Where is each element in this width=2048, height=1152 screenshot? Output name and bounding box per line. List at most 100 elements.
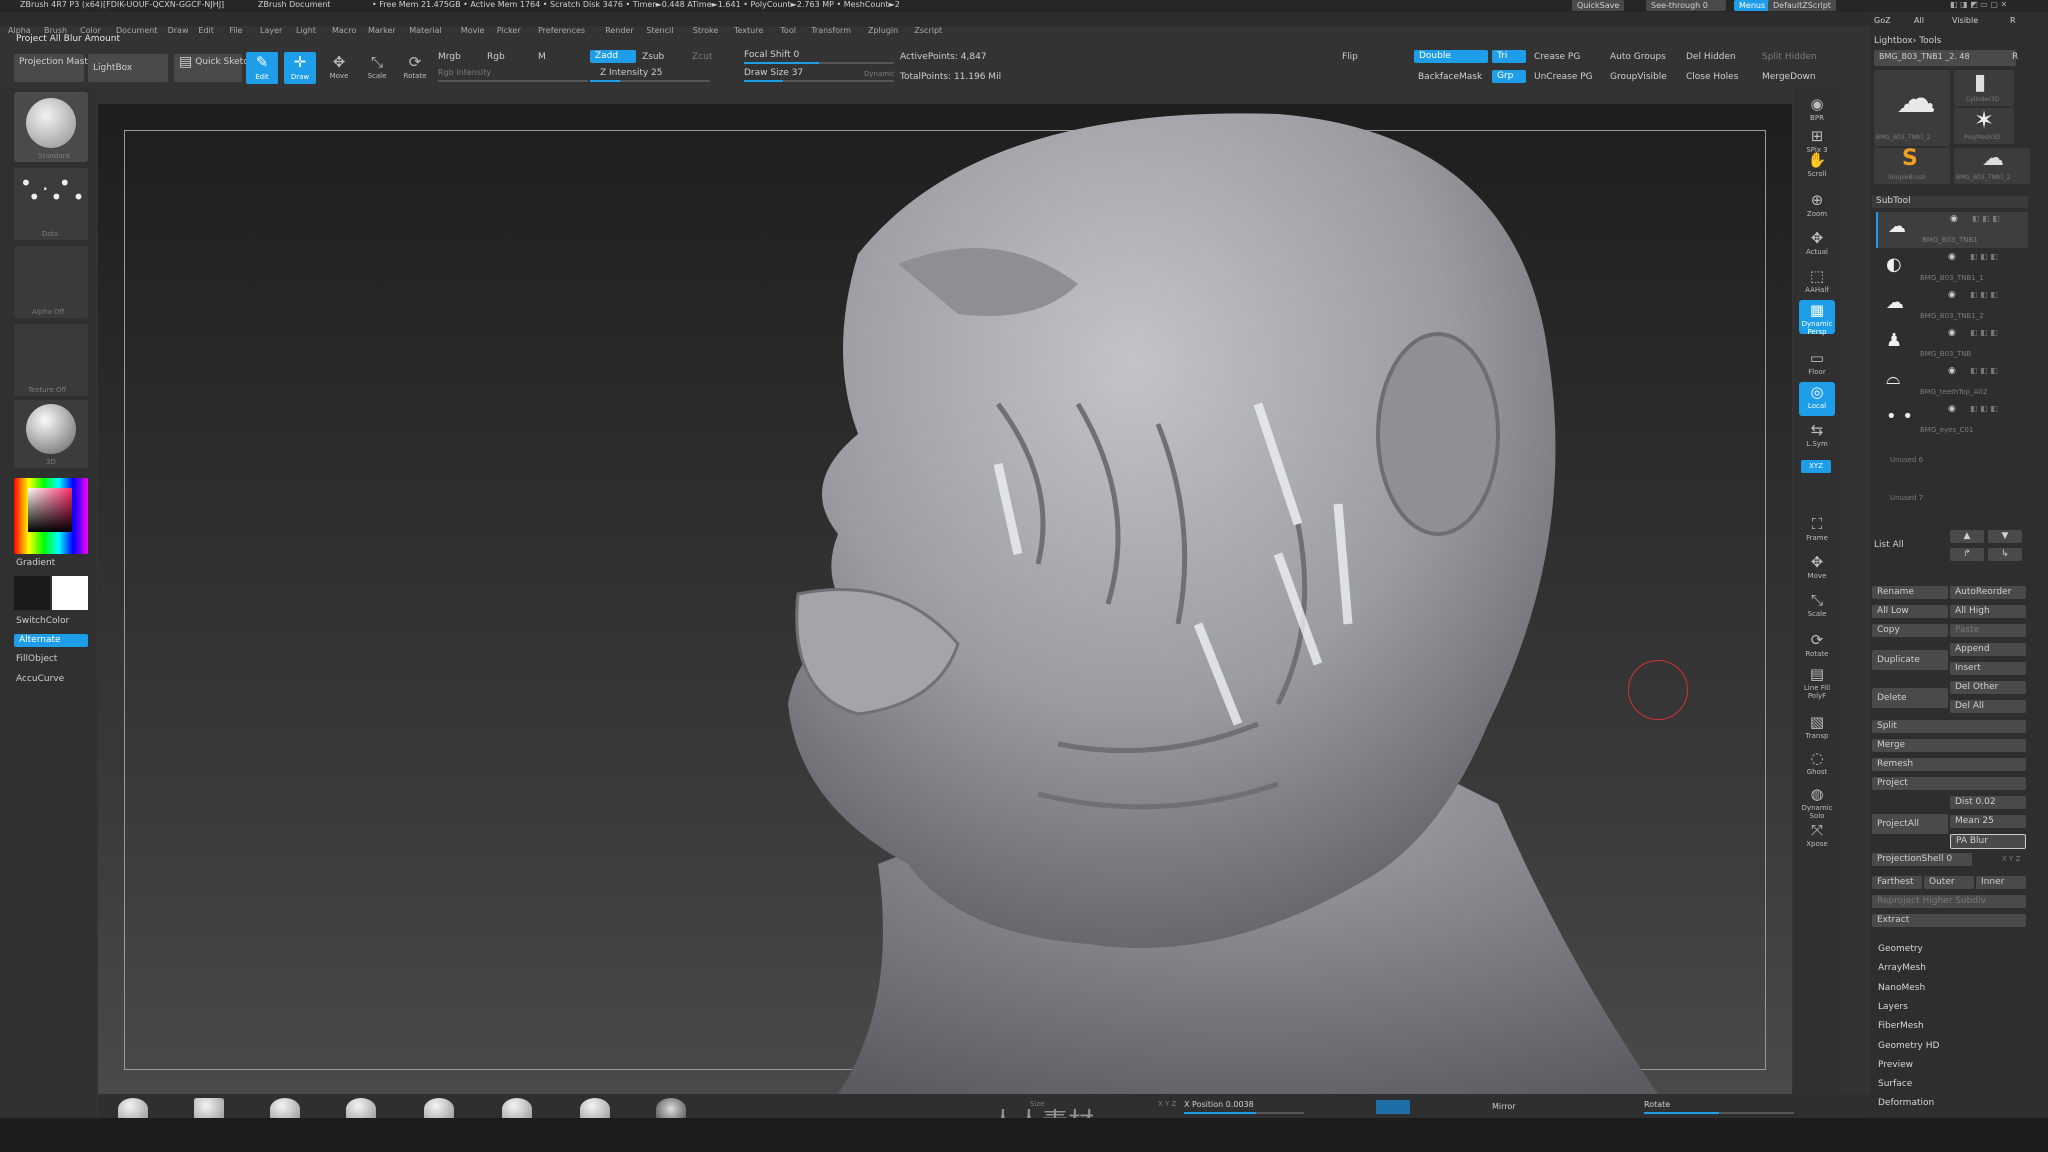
polygroup-icons[interactable]: ◧ ◧ ◧ [1970,328,1998,337]
brush-preset-2-icon[interactable] [194,1098,224,1120]
color-picker-square[interactable] [28,488,72,532]
rgb-intensity-slider[interactable]: Rgb Intensity [438,68,491,77]
rgb-intensity-track[interactable] [438,80,588,82]
view-tool-rotate[interactable]: ⟳ Rotate [1799,630,1835,664]
projection-shell-slider[interactable]: ProjectionShell 0 [1872,853,1972,866]
tri-button[interactable]: Tri [1492,50,1526,63]
m-button[interactable]: M [538,52,546,62]
fillobject-button[interactable]: FillObject [16,654,57,664]
menu-item-draw[interactable]: Draw [168,26,189,35]
focal-shift-slider[interactable]: Focal Shift 0 [744,50,799,60]
menu-item-edit[interactable]: Edit [198,26,214,35]
visibility-eye-icon[interactable]: ◉ [1948,366,1956,376]
menus-toggle[interactable]: Menus [1734,0,1771,11]
copy-button[interactable]: Copy [1872,624,1948,637]
dist-slider[interactable]: Dist 0.02 [1950,796,2026,809]
menu-item-movie[interactable]: Movie [461,26,485,35]
menu-item-layer[interactable]: Layer [260,26,282,35]
rename-button[interactable]: Rename [1872,586,1948,599]
view-tool-dynamic-persp[interactable]: ▦ Dynamic Persp [1799,300,1835,336]
panel-section-preview[interactable]: Preview [1878,1060,1913,1070]
move-mode-button[interactable]: ✥ Move [324,52,354,84]
draw-size-slider[interactable]: Draw Size 37 [744,68,803,78]
auto-groups-button[interactable]: Auto Groups [1610,52,1666,62]
pa-blur-slider[interactable]: PA Blur [1950,834,2026,849]
menu-item-macro[interactable]: Macro [332,26,356,35]
view-tool-xpose[interactable]: ⤧ Xpose [1799,820,1835,854]
goz-button[interactable]: GoZ [1874,16,1891,25]
panel-section-nanomesh[interactable]: NanoMesh [1878,983,1925,993]
move-up-arrow-button[interactable]: ▲ [1950,530,1984,543]
double-button[interactable]: Double [1414,50,1488,63]
del-hidden-button[interactable]: Del Hidden [1686,52,1736,62]
view-tool-frame[interactable]: ⛶ Frame [1799,514,1835,548]
polygroup-icons[interactable]: ◧ ◧ ◧ [1970,252,1998,261]
lightbox-tools-link[interactable]: Lightbox› Tools [1874,36,1941,46]
primary-color-swatch[interactable] [14,576,50,610]
inner-button[interactable]: Inner [1976,876,2026,889]
polygroup-icons[interactable]: ◧ ◧ ◧ [1972,214,2000,223]
r-badge[interactable]: R [2012,52,2018,62]
menu-item-marker[interactable]: Marker [368,26,396,35]
brush-preset-7-icon[interactable] [580,1098,610,1120]
merge-down-button[interactable]: MergeDown [1762,72,1816,82]
zadd-button[interactable]: Zadd [590,50,636,63]
visibility-eye-icon[interactable]: ◉ [1948,290,1956,300]
zsub-button[interactable]: Zsub [642,52,664,62]
brush-preset-1-icon[interactable] [118,1098,148,1120]
list-all-button[interactable]: List All [1874,540,1904,550]
farthest-button[interactable]: Farthest [1872,876,1922,889]
visibility-eye-icon[interactable]: ◉ [1948,252,1956,262]
panel-section-fibermesh[interactable]: FiberMesh [1878,1021,1924,1031]
view-tool-transp[interactable]: ▧ Transp [1799,712,1835,746]
brush-slot[interactable]: Standard [14,92,88,162]
visibility-eye-icon[interactable]: ◉ [1948,404,1956,414]
quicksave-button[interactable]: QuickSave [1572,0,1625,11]
visibility-eye-icon[interactable]: ◉ [1948,328,1956,338]
projection-xyz[interactable]: X Y Z [2002,855,2020,863]
gradient-button[interactable]: Gradient [16,558,55,568]
view-tool-l-sym[interactable]: ⇆ L.Sym [1799,420,1835,454]
position-slider[interactable]: X Position 0.0038 [1184,1100,1254,1109]
current-tool-slider[interactable]: BMG_B03_TNB1 _2. 48 [1874,50,2016,66]
subtool-row[interactable]: ☁ BMG_B03_TNB1_2 ◉ ◧ ◧ ◧ [1876,288,2026,324]
mrgb-button[interactable]: Mrgb [438,52,461,62]
reproject-higher-subdiv-button[interactable]: Reproject Higher Subdiv [1872,895,2026,908]
mirror-button[interactable]: Mirror [1492,1102,1516,1111]
append-button[interactable]: Append [1950,643,2026,656]
extract-menu[interactable]: Extract [1872,914,2026,927]
move-up-folder-button[interactable]: ↱ [1950,548,1984,561]
subtool-row[interactable]: • • BMG_eyes_C01 ◉ ◧ ◧ ◧ [1876,402,2026,438]
panel-section-geometry-hd[interactable]: Geometry HD [1878,1041,1939,1051]
menu-item-preferences[interactable]: Preferences [538,26,585,35]
menu-item-file[interactable]: File [229,26,242,35]
subtool-row[interactable]: ◐ BMG_B03_TNB1_1 ◉ ◧ ◧ ◧ [1876,250,2026,286]
project-all-button[interactable]: ProjectAll [1872,814,1948,834]
del-other-button[interactable]: Del Other [1950,681,2026,694]
focal-shift-track[interactable] [744,62,894,64]
draw-size-track[interactable] [744,80,894,82]
polygroup-icons[interactable]: ◧ ◧ ◧ [1970,290,1998,299]
mean-slider[interactable]: Mean 25 [1950,815,2026,828]
view-tool-aahalf[interactable]: ⬚ AAHalf [1799,266,1835,300]
split-hidden-button[interactable]: Split Hidden [1762,52,1817,62]
tool-thumb-active[interactable]: ☁ BMG_B03_TNB1_2 [1874,70,1950,146]
switch-color-button[interactable]: SwitchColor [16,616,69,626]
panel-section-surface[interactable]: Surface [1878,1079,1912,1089]
accucurve-button[interactable]: AccuCurve [16,674,64,684]
visibility-eye-icon[interactable]: ◉ [1950,214,1958,224]
subtool-header[interactable]: SubTool [1872,196,2028,208]
delete-button[interactable]: Delete [1872,688,1948,708]
polygroup-icons[interactable]: ◧ ◧ ◧ [1970,404,1998,413]
lightbox-button[interactable]: LightBox [88,54,168,82]
subtool-row[interactable]: ⌓ BMG_teethTop_A02 ◉ ◧ ◧ ◧ [1876,364,2026,400]
close-holes-button[interactable]: Close Holes [1686,72,1738,82]
menu-item-tool[interactable]: Tool [780,26,796,35]
paste-button[interactable]: Paste [1950,624,2026,637]
merge-menu[interactable]: Merge [1872,739,2026,752]
rgb-button[interactable]: Rgb [487,52,505,62]
xyz-symmetry-badge[interactable]: XYZ [1801,460,1831,473]
dynamic-toggle[interactable]: Dynamic [864,70,895,78]
z-intensity-slider[interactable]: Z Intensity 25 [600,68,663,78]
menu-item-texture[interactable]: Texture [734,26,763,35]
